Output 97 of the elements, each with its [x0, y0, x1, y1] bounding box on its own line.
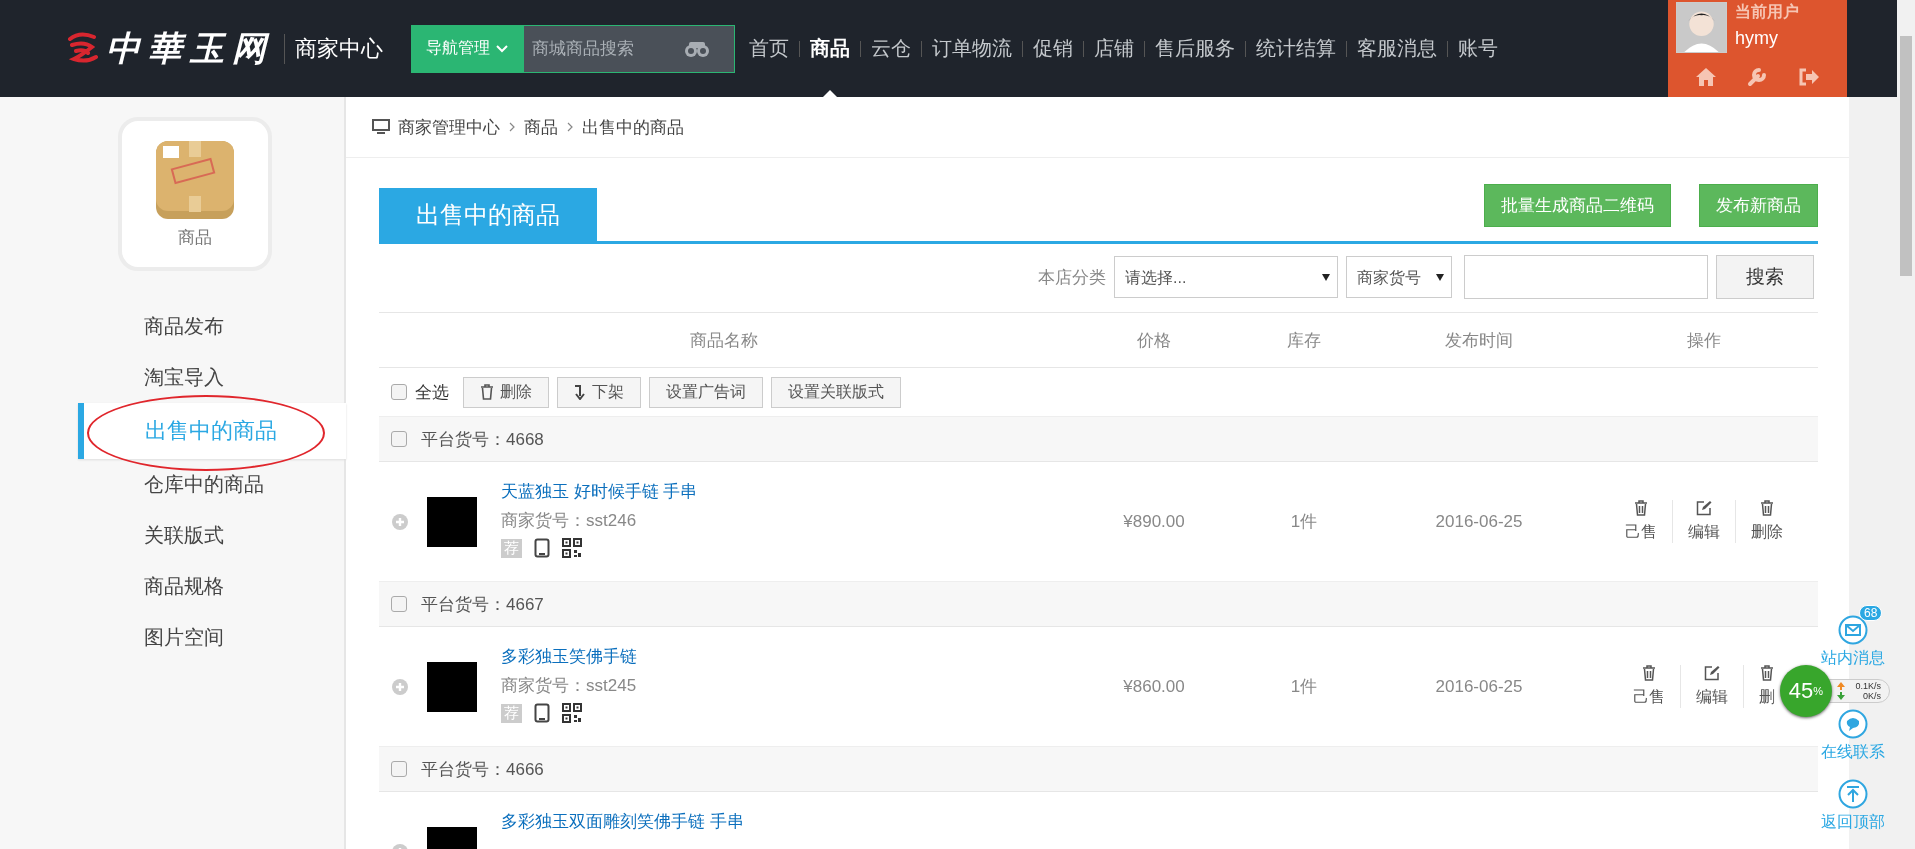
qr-code-icon[interactable] — [562, 703, 582, 723]
column-header: 发布时间 — [1444, 329, 1514, 352]
search-input[interactable] — [1464, 255, 1708, 299]
bulk-action-button[interactable]: 设置关联版式 — [771, 376, 901, 408]
checkbox[interactable] — [391, 596, 407, 612]
trash-icon — [1633, 500, 1648, 516]
binoculars-icon[interactable] — [684, 39, 710, 58]
down-arrow-icon — [574, 384, 586, 400]
avatar-icon[interactable] — [1676, 2, 1727, 53]
nav-item[interactable]: 账号 — [1458, 37, 1498, 59]
field-select[interactable]: 商家货号 — [1346, 256, 1452, 298]
nav-item[interactable]: 云仓 — [871, 37, 911, 59]
product-title-link[interactable]: 多彩独玉双面雕刻笑佛手链 手串 — [501, 810, 744, 833]
user-label: 当前用户 — [1735, 2, 1799, 22]
chevron-icon — [508, 122, 516, 132]
trash-icon — [1641, 665, 1656, 681]
bulk-action-button[interactable]: 下架 — [557, 376, 641, 408]
download-speed: 0K/s — [1863, 691, 1881, 701]
row-action-link[interactable]: 己售 — [1609, 500, 1672, 543]
trash-icon — [480, 384, 494, 400]
sidebar-item[interactable]: 仓库中的商品 — [0, 459, 344, 510]
nav-item[interactable]: 客服消息 — [1357, 37, 1437, 59]
row-action-link[interactable]: 己售 — [1617, 665, 1680, 708]
edit-icon — [1695, 500, 1712, 516]
home-icon[interactable] — [1695, 67, 1718, 87]
sidebar-item[interactable]: 淘宝导入 — [0, 352, 344, 403]
photo-placeholder — [427, 661, 477, 712]
package-icon — [155, 139, 235, 220]
nav-item[interactable]: 店铺 — [1094, 37, 1134, 59]
column-header: 价格 — [1136, 329, 1172, 352]
nav-item[interactable]: 统计结算 — [1256, 37, 1336, 59]
merchant-code: 商家货号：sst246 — [501, 510, 638, 532]
qr-code-icon[interactable] — [562, 538, 582, 558]
sidebar-item[interactable]: 商品发布 — [0, 301, 344, 352]
user-name[interactable]: hymy — [1735, 28, 1799, 49]
platform-number: 平台货号：4668 — [421, 428, 544, 451]
nav-item[interactable]: 首页 — [749, 37, 789, 59]
product-title-link[interactable]: 天蓝独玉 好时候手链 手串 — [501, 480, 698, 503]
photo-placeholder — [427, 496, 477, 547]
expand-icon[interactable] — [391, 512, 409, 531]
platform-number: 平台货号：4667 — [421, 593, 544, 616]
trash-icon — [1759, 665, 1774, 681]
search-button[interactable]: 搜索 — [1716, 255, 1814, 299]
column-header: 商品名称 — [689, 329, 759, 352]
row-action-link[interactable]: 删除 — [1734, 500, 1798, 543]
merchant-code: 商家货号：sst245 — [501, 675, 637, 697]
breadcrumb-item[interactable]: 出售中的商品 — [582, 115, 684, 139]
category-select[interactable]: 请选择... — [1114, 256, 1338, 298]
product-title-link[interactable]: 多彩独玉笑佛手链 — [501, 645, 637, 668]
up-arrow-icon — [1837, 682, 1845, 690]
monitor-icon — [372, 119, 390, 135]
expand-icon[interactable] — [391, 677, 409, 696]
sidebar-item[interactable]: 关联版式 — [0, 510, 344, 561]
sidebar-item[interactable]: 图片空间 — [0, 612, 344, 663]
count-badge: 68 — [1859, 605, 1883, 621]
scrollbar[interactable] — [1900, 36, 1912, 276]
breadcrumb-item[interactable]: 商品 — [524, 115, 558, 139]
bulk-action-button[interactable]: 设置广告词 — [649, 376, 763, 408]
nav-item[interactable]: 促销 — [1033, 37, 1073, 59]
bulk-action-button[interactable]: 删除 — [463, 376, 549, 408]
sign-out-icon[interactable] — [1797, 67, 1820, 87]
trash-icon — [1759, 500, 1774, 516]
sidebar-item[interactable]: 商品规格 — [0, 561, 344, 612]
edit-icon — [1703, 665, 1720, 681]
date-cell-text: 2016-06-25 — [1434, 511, 1524, 532]
nav-item[interactable]: 订单物流 — [932, 37, 1012, 59]
checkbox[interactable] — [391, 384, 407, 400]
tablet-icon[interactable] — [534, 538, 550, 558]
nav-item[interactable]: 售后服务 — [1155, 37, 1235, 59]
select-all-label[interactable]: 全选 — [415, 380, 449, 404]
stock-cell-text: 1件 — [1289, 676, 1319, 698]
site-section-title: 商家中心 — [284, 33, 383, 64]
column-header: 操作 — [1685, 329, 1722, 352]
category-label: 商品 — [178, 226, 212, 249]
checkbox[interactable] — [391, 431, 407, 447]
tablet-icon[interactable] — [534, 703, 550, 723]
price-cell-text: ¥860.00 — [1122, 676, 1186, 697]
stock-cell-text: 1件 — [1289, 511, 1319, 533]
down-arrow-icon — [1837, 692, 1845, 700]
breadcrumb-item[interactable]: 商家管理中心 — [398, 115, 500, 139]
upload-speed: 0.1K/s — [1855, 681, 1881, 691]
chevron-icon — [496, 44, 508, 53]
chevron-icon — [566, 122, 574, 132]
search-field[interactable]: 商城商品搜索 — [523, 24, 735, 73]
price-cell-text: ¥890.00 — [1122, 511, 1186, 532]
wrench-icon[interactable] — [1747, 67, 1768, 87]
search-input[interactable]: 商城商品搜索 — [530, 37, 684, 60]
category-card[interactable]: 商品 — [118, 117, 272, 271]
filter-label: 本店分类 — [1038, 266, 1106, 289]
checkbox[interactable] — [391, 761, 407, 777]
column-header: 库存 — [1286, 329, 1322, 352]
nav-item[interactable]: 商品 — [810, 37, 850, 59]
row-action-link[interactable]: 编辑 — [1679, 665, 1743, 708]
date-cell-text: 2016-06-25 — [1434, 676, 1524, 697]
logo-text[interactable]: 中華玉网 — [106, 25, 274, 72]
platform-number: 平台货号：4666 — [421, 758, 544, 781]
row-action-link[interactable]: 编辑 — [1671, 500, 1735, 543]
